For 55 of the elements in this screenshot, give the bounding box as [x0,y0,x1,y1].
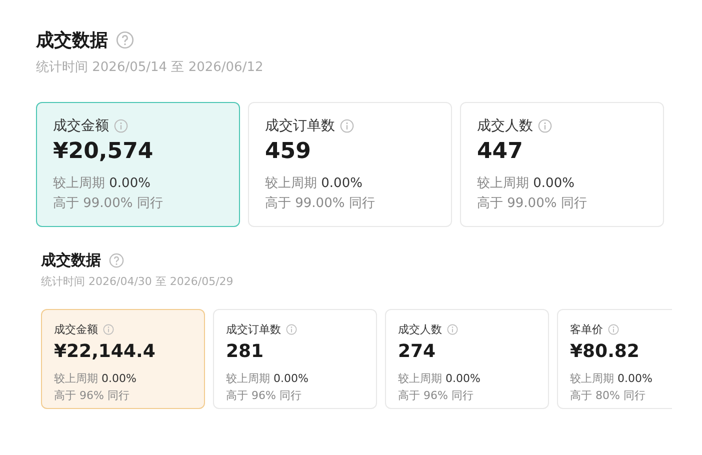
change-value: 0.00% [618,372,652,385]
metric-card[interactable]: 成交金额 ¥20,574 较上周期 0.00% 高于 99.00% 同行 [36,102,240,227]
change-label: 较上周期 [570,372,614,385]
metric-card[interactable]: 成交订单数 281 较上周期 0.00% 高于 96% 同行 [213,309,377,409]
change-label: 较上周期 [54,372,98,385]
metric-value: ¥80.82 [570,340,640,362]
metric-label: 成交人数 [477,117,533,135]
change-label: 较上周期 [398,372,442,385]
peer-comparison: 高于 99.00% 同行 [53,196,163,212]
metric-value: 447 [477,139,524,164]
change-label: 较上周期 [226,372,270,385]
change-value: 0.00% [102,372,136,385]
stat-period: 统计时间 2026/05/14 至 2026/06/12 [36,60,264,75]
stat-period: 统计时间 2026/04/30 至 2026/05/29 [41,275,234,288]
change-value: 0.00% [274,372,308,385]
metric-card[interactable]: 成交人数 274 较上周期 0.00% 高于 96% 同行 [385,309,549,409]
help-icon[interactable] [109,253,124,268]
info-icon[interactable] [103,324,114,335]
section-title: 成交数据 [41,251,101,270]
metric-value: 459 [265,139,312,164]
peer-comparison: 高于 96% 同行 [398,388,474,402]
metric-label: 成交订单数 [265,117,335,135]
peer-comparison: 高于 80% 同行 [570,388,646,402]
peer-comparison: 高于 96% 同行 [226,388,302,402]
info-icon[interactable] [286,324,297,335]
change-label: 较上周期 [477,176,529,192]
info-icon[interactable] [340,119,354,133]
peer-comparison: 高于 99.00% 同行 [477,196,587,212]
metric-label: 客单价 [570,322,603,337]
metric-label: 成交金额 [53,117,109,135]
metric-label: 成交金额 [54,322,98,337]
peer-comparison: 高于 99.00% 同行 [265,196,375,212]
change-value: 0.00% [109,176,150,192]
change-value: 0.00% [321,176,362,192]
metric-label: 成交人数 [398,322,442,337]
change-value: 0.00% [533,176,574,192]
info-icon[interactable] [538,119,552,133]
metric-card[interactable]: 成交人数 447 较上周期 0.00% 高于 99.00% 同行 [460,102,664,227]
metric-label: 成交订单数 [226,322,281,337]
change-label: 较上周期 [265,176,317,192]
info-icon[interactable] [608,324,619,335]
metric-value: 281 [226,340,265,362]
metric-card[interactable]: 成交订单数 459 较上周期 0.00% 高于 99.00% 同行 [248,102,452,227]
help-icon[interactable] [116,31,134,49]
info-icon[interactable] [114,119,128,133]
change-label: 较上周期 [53,176,105,192]
metric-value: ¥22,144.4 [54,340,156,362]
metric-card[interactable]: 成交金额 ¥22,144.4 较上周期 0.00% 高于 96% 同行 [41,309,205,409]
section-title: 成交数据 [36,29,108,52]
metric-value: ¥20,574 [53,139,154,164]
metric-card[interactable]: 客单价 ¥80.82 较上周期 0.00% 高于 80% 同行 [557,309,672,409]
change-value: 0.00% [446,372,480,385]
metric-value: 274 [398,340,437,362]
info-icon[interactable] [447,324,458,335]
peer-comparison: 高于 96% 同行 [54,388,130,402]
